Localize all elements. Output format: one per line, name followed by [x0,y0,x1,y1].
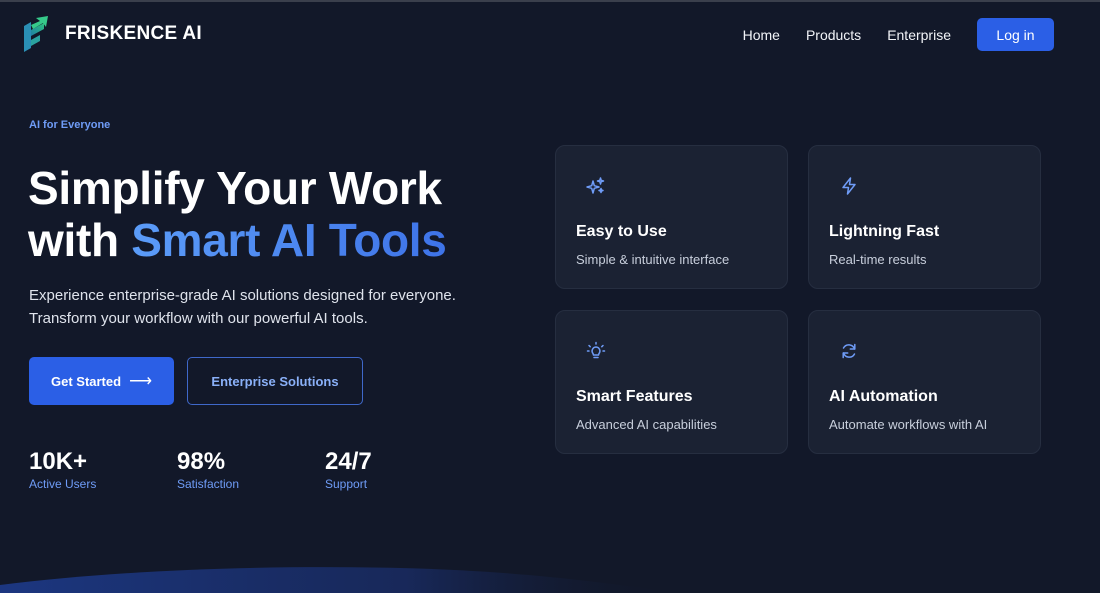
feature-title: Easy to Use [576,223,667,240]
hero-headline: Simplify Your Work with Smart AI Tools [28,162,548,266]
stat-value: 24/7 [325,448,372,475]
description-line-2: Transform your workflow with our powerfu… [29,310,368,327]
stat-active-users: 10K+ Active Users [29,448,177,491]
decorative-wave [0,567,680,593]
headline-line-2-prefix: with [28,214,132,266]
headline-accent: Smart AI Tools [131,214,447,266]
stat-value: 10K+ [29,448,88,475]
main-nav: Home Products Enterprise Log in [743,18,1054,51]
lightning-icon [842,177,856,195]
nav-home-link[interactable]: Home [743,27,780,43]
stat-satisfaction: 98% Satisfaction [177,448,325,491]
brand-logo[interactable]: FRISKENCE AI [22,16,202,52]
feature-title: Lightning Fast [829,223,940,240]
stat-label: Satisfaction [177,477,240,491]
landing-page: FRISKENCE AI Home Products Enterprise Lo… [0,0,1100,593]
brand-name: FRISKENCE AI [65,23,202,44]
stat-support: 24/7 Support [325,448,473,491]
stat-label: Active Users [29,477,97,491]
enterprise-solutions-button[interactable]: Enterprise Solutions [187,357,363,405]
feature-subtitle: Simple & intuitive interface [576,252,730,267]
lightbulb-icon [586,341,606,359]
site-header: FRISKENCE AI Home Products Enterprise Lo… [0,0,1100,72]
sparkles-icon [586,177,605,194]
description-line-1: Experience enterprise-grade AI solutions… [29,287,456,304]
get-started-button[interactable]: Get Started ⟶ [29,357,174,405]
stat-value: 98% [177,448,226,475]
hero-description: Experience enterprise-grade AI solutions… [29,284,499,330]
feature-title: AI Automation [829,388,938,405]
refresh-icon [842,343,856,359]
feature-subtitle: Real-time results [829,252,927,267]
feature-card-smart-features[interactable]: Smart Features Advanced AI capabilities [555,310,788,454]
headline-line-1: Simplify Your Work [28,162,442,214]
nav-enterprise-link[interactable]: Enterprise [887,27,951,43]
feature-subtitle: Automate workflows with AI [829,417,988,432]
login-button[interactable]: Log in [977,18,1054,51]
stat-label: Support [325,477,368,491]
nav-products-link[interactable]: Products [806,27,861,43]
feature-card-lightning-fast[interactable]: Lightning Fast Real-time results [808,145,1041,289]
arrow-right-icon: ⟶ [129,373,152,390]
feature-card-easy-to-use[interactable]: Easy to Use Simple & intuitive interface [555,145,788,289]
feature-title: Smart Features [576,388,693,405]
feature-subtitle: Advanced AI capabilities [576,417,717,432]
feature-card-ai-automation[interactable]: AI Automation Automate workflows with AI [808,310,1041,454]
hero-tagline: AI for Everyone [29,119,111,131]
get-started-label: Get Started [50,373,122,389]
stats-row: 10K+ Active Users 98% Satisfaction 24/7 … [29,448,473,491]
friskence-logo-icon [24,16,48,52]
